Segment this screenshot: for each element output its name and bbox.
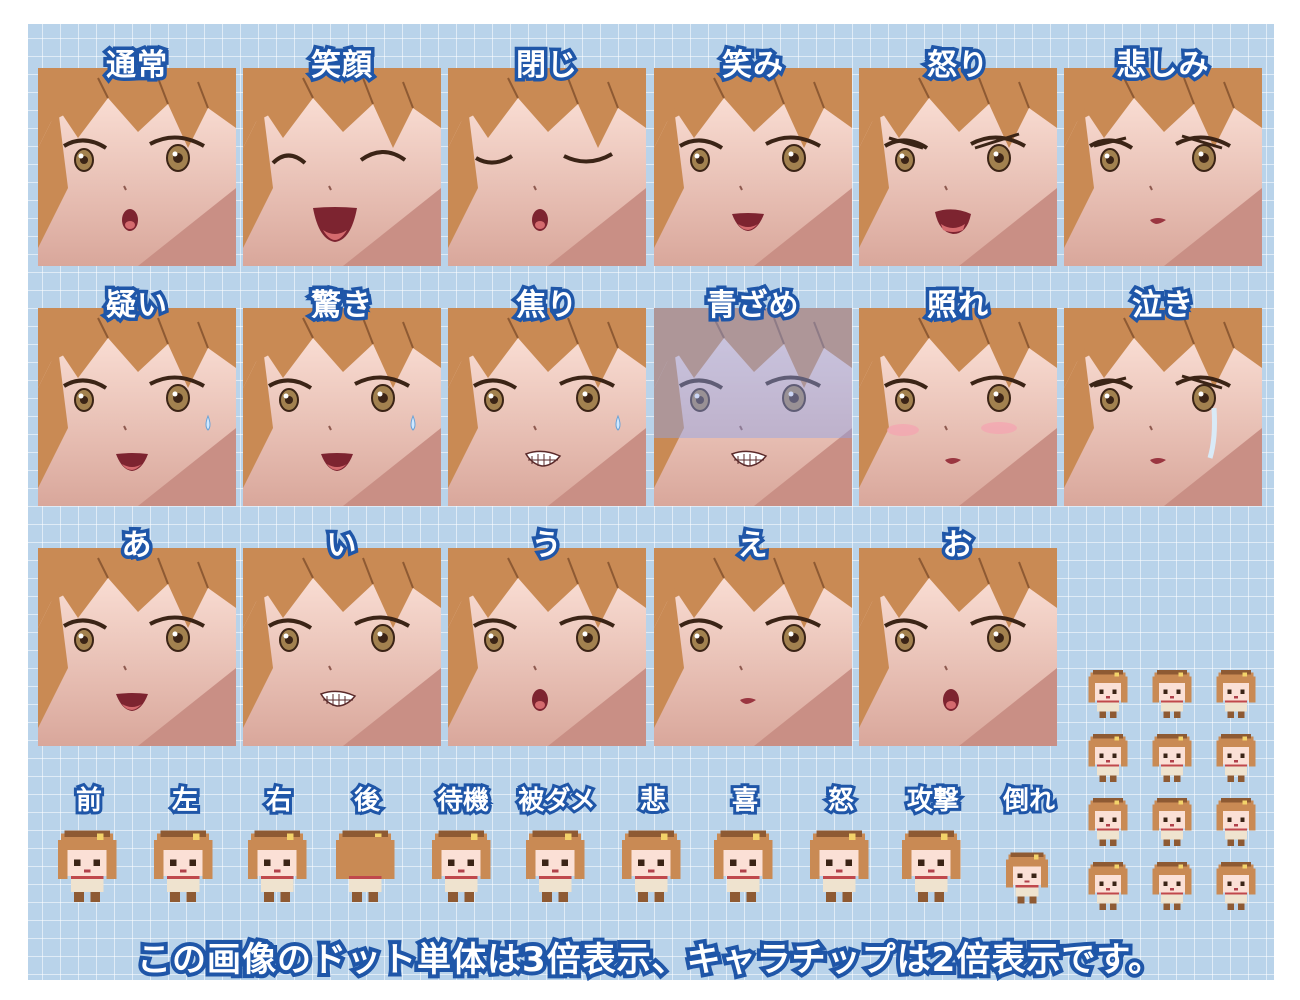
portrait-image (1064, 308, 1262, 506)
portrait-image (38, 68, 236, 266)
pixel-idle-icon (422, 826, 500, 906)
expression-label: 閉じ (513, 45, 581, 87)
expression-label: 照れ (924, 285, 992, 327)
expression-cell: 驚き (243, 285, 441, 506)
portrait-image (859, 308, 1057, 506)
charachip-sprite (1146, 668, 1198, 720)
expression-cell: 泣き (1064, 285, 1262, 506)
expression-label: 焦り (513, 285, 581, 327)
portrait-image (38, 548, 236, 746)
expression-label: う (528, 525, 565, 567)
expression-cell: 照れ (859, 285, 1057, 506)
expression-cell: 焦り (448, 285, 646, 506)
expression-cell: 笑み (654, 45, 852, 266)
charachip-sprite (1210, 796, 1262, 848)
expression-label: え (734, 525, 771, 567)
expression-cell: あ (38, 525, 236, 746)
charachip-sprite (1082, 668, 1134, 720)
caption: この画像のドット単体は3倍表示、キャラチップは2倍表示です。 (133, 936, 1166, 984)
expression-cell: 怒り (859, 45, 1057, 266)
portrait-image (654, 308, 852, 506)
expression-cell: 青ざめ (654, 285, 852, 506)
portrait-image (243, 68, 441, 266)
portrait-image (448, 308, 646, 506)
pixel-attack-icon (892, 826, 970, 906)
pixel-left-icon (144, 826, 222, 906)
charachip-sprite (1146, 732, 1198, 784)
expression-label: あ (118, 525, 155, 567)
portrait-image (654, 548, 852, 746)
pose-label: 後 (351, 783, 383, 819)
expression-label: 怒り (924, 45, 992, 87)
pose-label: 倒れ (1000, 783, 1058, 819)
expression-label: 泣き (1129, 285, 1197, 327)
pixel-damage-icon (516, 826, 594, 906)
portrait-image (243, 548, 441, 746)
pose-label: 攻撃 (904, 783, 962, 819)
charachip-sprite (1082, 860, 1134, 912)
expression-label: 笑顔 (308, 45, 376, 87)
expression-label: 青ざめ (703, 285, 802, 327)
pixel-down-icon (988, 850, 1066, 930)
expression-cell: え (654, 525, 852, 746)
portrait-image (654, 68, 852, 266)
expression-label: 通常 (103, 45, 171, 87)
expression-cell: う (448, 525, 646, 746)
charachip-sprite (1082, 732, 1134, 784)
charachip-sprite (1210, 668, 1262, 720)
charachip-sprite (1146, 860, 1198, 912)
portrait-image (859, 68, 1057, 266)
expression-cell: お (859, 525, 1057, 746)
pixel-back-icon (326, 826, 404, 906)
expression-cell: 疑い (38, 285, 236, 506)
pixel-front-icon (48, 826, 126, 906)
expression-cell: 笑顔 (243, 45, 441, 266)
pixel-joy-icon (704, 826, 782, 906)
charachip-sprite (1210, 732, 1262, 784)
pose-label: 前 (73, 783, 105, 819)
expression-cell: 通常 (38, 45, 236, 266)
expression-label: 笑み (719, 45, 787, 87)
portrait-image (1064, 68, 1262, 266)
charachip-sprite (1082, 796, 1134, 848)
expression-label: 疑い (103, 285, 171, 327)
pixel-sad-icon (612, 826, 690, 906)
pose-label: 被ダメ (515, 783, 598, 819)
expression-cell: 悲しみ (1064, 45, 1262, 266)
expression-cell: 閉じ (448, 45, 646, 266)
pixel-right-icon (238, 826, 316, 906)
expression-label: い (323, 525, 360, 567)
expression-label: 悲しみ (1113, 45, 1212, 87)
charachip-sprite (1146, 796, 1198, 848)
charachip-sprite (1210, 860, 1262, 912)
expression-label: 驚き (308, 285, 376, 327)
portrait-image (448, 548, 646, 746)
pose-label: 喜 (729, 783, 761, 819)
expression-cell: い (243, 525, 441, 746)
portrait-image (859, 548, 1057, 746)
portrait-image (448, 68, 646, 266)
portrait-image (243, 308, 441, 506)
expression-label: お (939, 525, 976, 567)
pixel-angry-icon (800, 826, 878, 906)
portrait-image (38, 308, 236, 506)
